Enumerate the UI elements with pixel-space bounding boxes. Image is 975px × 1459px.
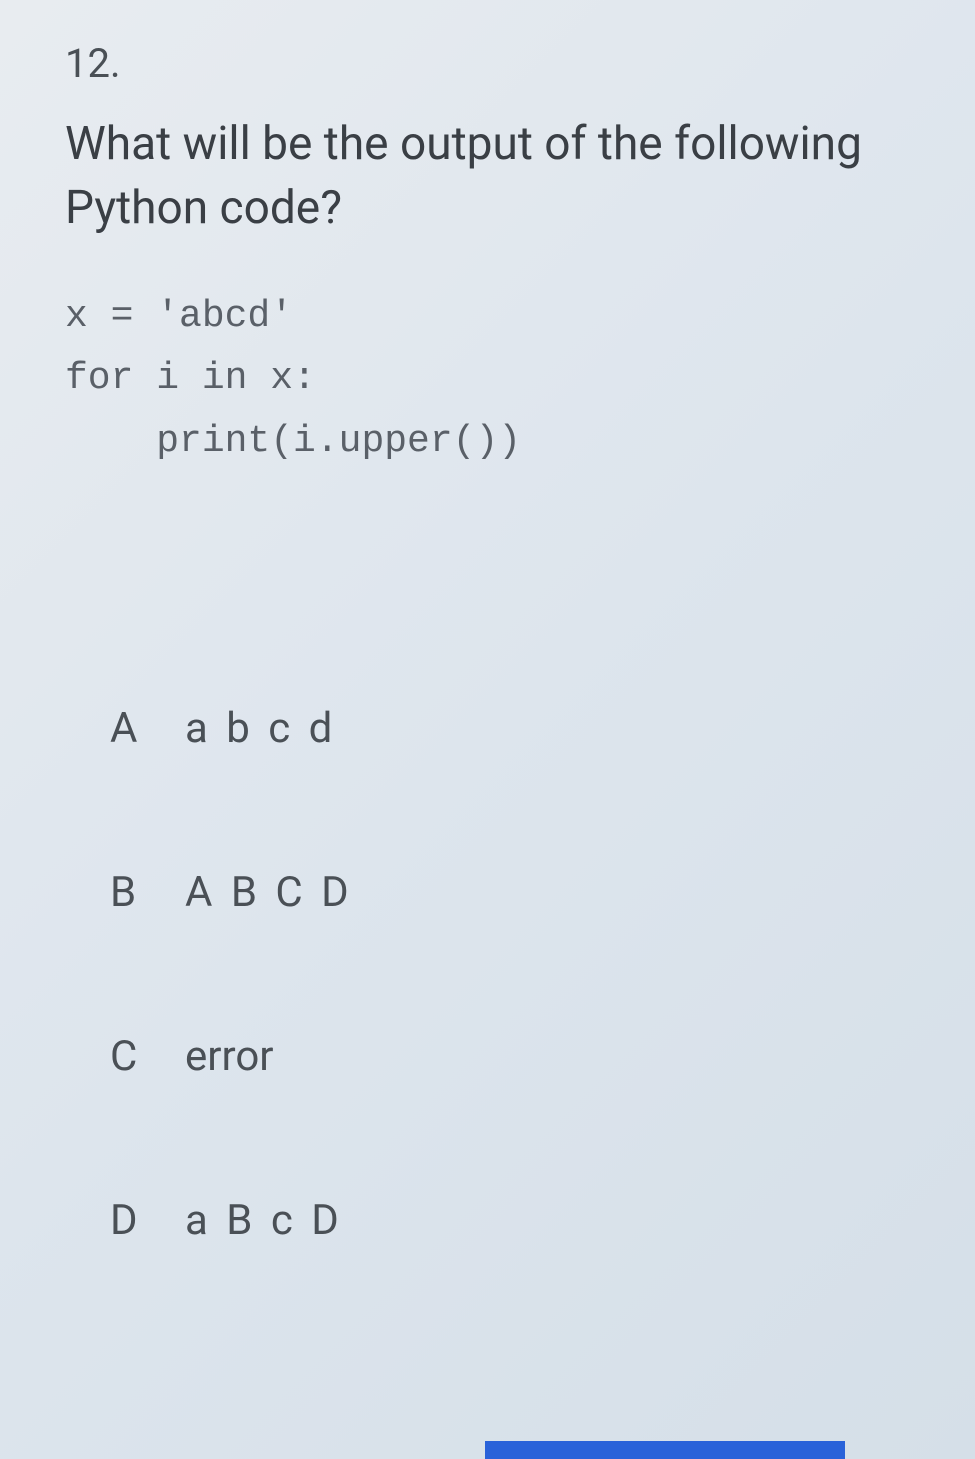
question-text: What will be the output of the following… [65, 112, 920, 241]
question-number: 12. [65, 40, 920, 87]
option-text: a B c D [185, 1196, 343, 1245]
option-letter: D [110, 1196, 185, 1245]
option-text: error [185, 1032, 274, 1081]
option-c[interactable]: C error [110, 1032, 920, 1081]
code-line-1: x = 'abcd' [65, 295, 293, 338]
option-text: a b c d [185, 704, 336, 753]
option-text: A B C D [185, 868, 353, 917]
option-letter: A [110, 704, 185, 753]
code-line-3: print(i.upper()) [65, 420, 521, 463]
code-block: x = 'abcd' for i in x: print(i.upper()) [65, 286, 920, 474]
option-a[interactable]: A a b c d [110, 704, 920, 753]
option-b[interactable]: B A B C D [110, 868, 920, 917]
option-d[interactable]: D a B c D [110, 1196, 920, 1245]
options-list: A a b c d B A B C D C error D a B c D [65, 704, 920, 1245]
code-line-2: for i in x: [65, 357, 316, 400]
option-letter: B [110, 868, 185, 917]
bottom-accent-bar [485, 1441, 845, 1459]
option-letter: C [110, 1032, 185, 1081]
